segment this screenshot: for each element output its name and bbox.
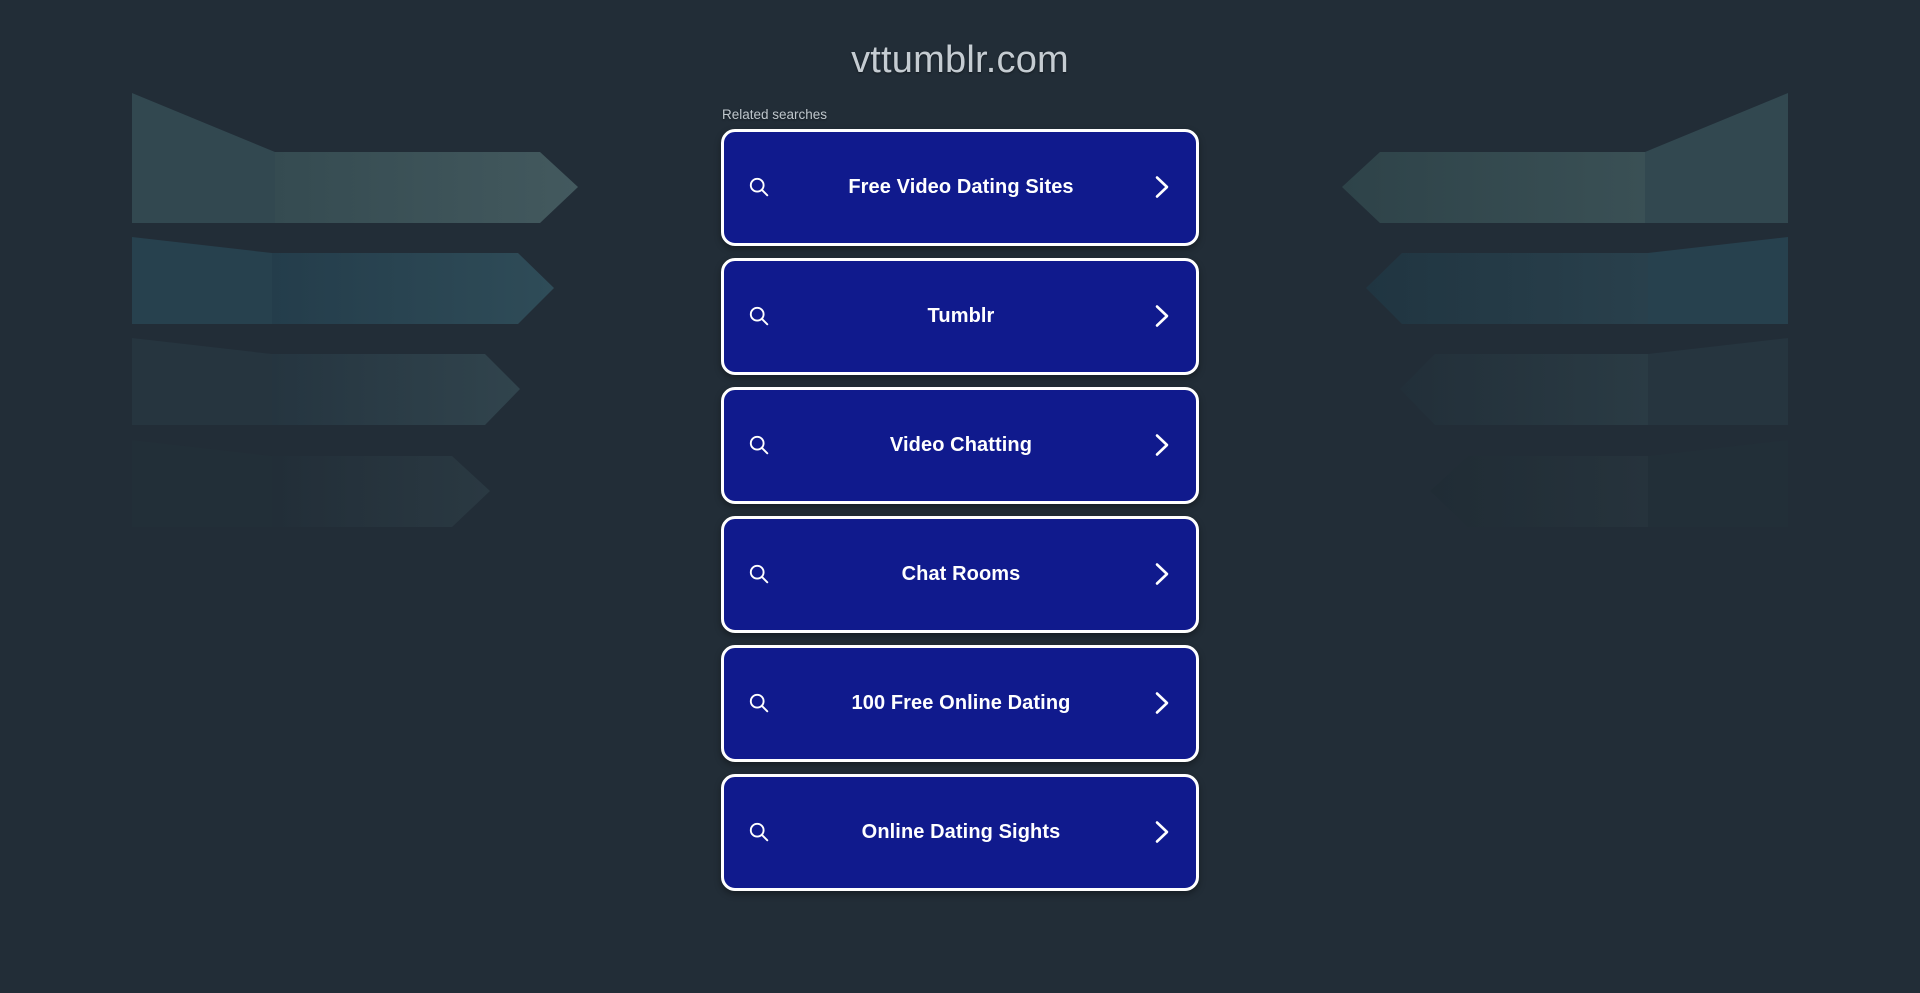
related-search-card-5[interactable]: Online Dating Sights bbox=[721, 773, 1199, 891]
related-searches-label: Related searches bbox=[722, 106, 828, 122]
chevron-right-icon bbox=[1150, 560, 1174, 588]
related-search-card-0[interactable]: Free Video Dating Sites bbox=[721, 128, 1199, 246]
related-search-label: Chat Rooms bbox=[901, 562, 1021, 585]
chevron-right-icon bbox=[1150, 302, 1174, 330]
related-search-card-3[interactable]: Chat Rooms bbox=[721, 515, 1199, 633]
related-search-label: Tumblr bbox=[927, 304, 995, 327]
related-search-label: Free Video Dating Sites bbox=[848, 175, 1074, 198]
related-search-card-2[interactable]: Video Chatting bbox=[721, 386, 1199, 504]
page-title: vttumblr.com bbox=[851, 39, 1069, 81]
chevron-right-icon bbox=[1150, 689, 1174, 717]
related-searches-section: Related searches Free Video Dating Sites… bbox=[721, 82, 1199, 891]
search-icon bbox=[746, 690, 772, 716]
related-search-label: Video Chatting bbox=[889, 433, 1033, 456]
search-icon bbox=[746, 432, 772, 458]
chevron-right-icon bbox=[1150, 818, 1174, 846]
related-searches-list: Free Video Dating Sites Tumblr Video Cha… bbox=[721, 128, 1199, 891]
page-root: vttumblr.com Related searches Free Video… bbox=[0, 0, 1920, 993]
chevron-right-icon bbox=[1150, 431, 1174, 459]
chevron-right-icon bbox=[1150, 173, 1174, 201]
search-icon bbox=[746, 174, 772, 200]
related-search-card-4[interactable]: 100 Free Online Dating bbox=[721, 644, 1199, 762]
related-search-label: 100 Free Online Dating bbox=[851, 691, 1071, 714]
search-icon bbox=[746, 819, 772, 845]
related-search-label: Online Dating Sights bbox=[861, 820, 1061, 843]
search-icon bbox=[746, 303, 772, 329]
search-icon bbox=[746, 561, 772, 587]
related-search-card-1[interactable]: Tumblr bbox=[721, 257, 1199, 375]
